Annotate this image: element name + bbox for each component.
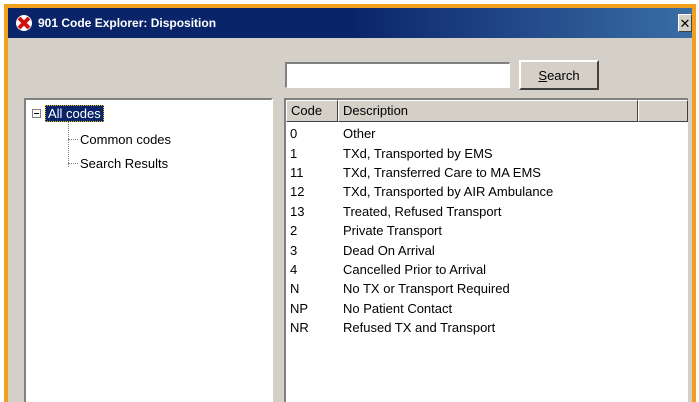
- tree-item-search-results[interactable]: Search Results: [68, 156, 168, 171]
- description-cell: Treated, Refused Transport: [343, 203, 502, 219]
- code-cell: 4: [290, 261, 298, 277]
- tree-item-label: Common codes: [80, 132, 172, 147]
- code-cell: NR: [290, 320, 309, 336]
- code-cell: 2: [290, 223, 298, 239]
- description-cell: Private Transport: [343, 223, 442, 239]
- description-cell: Dead On Arrival: [343, 242, 435, 258]
- description-cell: TXd, Transported by EMS: [343, 145, 493, 161]
- close-icon: ✕: [679, 15, 691, 31]
- description-cell: Cancelled Prior to Arrival: [343, 261, 487, 277]
- code-cell: N: [290, 281, 300, 297]
- tree-connector: [68, 163, 78, 164]
- search-input[interactable]: [285, 62, 510, 88]
- list-rows: 0 Other 1 TXd, Transported by EMS 11 TXd, T…: [286, 124, 688, 337]
- column-header-filler: [638, 100, 688, 122]
- list-row[interactable]: 2 Private Transport: [286, 221, 688, 240]
- window-title: 901 Code Explorer: Disposition: [38, 16, 217, 30]
- tree-item-label: All codes: [45, 105, 104, 122]
- code-tree[interactable]: All codes Common codes Search Results: [24, 98, 273, 402]
- search-button-mnemonic: S: [538, 67, 548, 83]
- close-button[interactable]: ✕: [678, 14, 692, 32]
- tree-item-label: Search Results: [80, 156, 169, 171]
- tree-item-all-codes[interactable]: All codes: [32, 105, 104, 122]
- description-cell: No TX or Transport Required: [343, 281, 510, 297]
- column-header-code[interactable]: Code: [286, 100, 338, 122]
- code-cell: 12: [290, 184, 305, 200]
- description-cell: No Patient Contact: [343, 300, 453, 316]
- code-cell: 3: [290, 242, 298, 258]
- app-icon: [14, 13, 34, 33]
- code-cell: 0: [290, 126, 298, 142]
- list-row[interactable]: 11 TXd, Transferred Care to MA EMS: [286, 163, 688, 182]
- title-bar[interactable]: 901 Code Explorer: Disposition ✕: [8, 8, 692, 38]
- list-row[interactable]: 3 Dead On Arrival: [286, 240, 688, 259]
- description-cell: Other: [343, 126, 376, 142]
- description-cell: TXd, Transferred Care to MA EMS: [343, 164, 541, 180]
- search-button-label: earch: [547, 67, 580, 83]
- description-cell: TXd, Transported by AIR Ambulance: [343, 184, 554, 200]
- list-row[interactable]: NR Refused TX and Transport: [286, 318, 688, 337]
- collapse-icon[interactable]: [32, 109, 41, 118]
- code-list[interactable]: Code Description 0 Other 1 TXd, Transporte…: [284, 98, 688, 402]
- list-header: Code Description: [286, 100, 688, 122]
- tree-connector: [68, 139, 78, 140]
- dialog-window: 901 Code Explorer: Disposition ✕ Search …: [4, 4, 696, 402]
- list-row[interactable]: 4 Cancelled Prior to Arrival: [286, 260, 688, 279]
- search-button[interactable]: Search: [519, 60, 599, 90]
- code-cell: 11: [290, 164, 304, 180]
- description-cell: Refused TX and Transport: [343, 320, 496, 336]
- code-cell: 1: [290, 145, 298, 161]
- list-row[interactable]: 13 Treated, Refused Transport: [286, 202, 688, 221]
- code-cell: 13: [290, 203, 305, 219]
- list-row[interactable]: 12 TXd, Transported by AIR Ambulance: [286, 182, 688, 201]
- list-row[interactable]: 1 TXd, Transported by EMS: [286, 143, 688, 162]
- column-header-description[interactable]: Description: [338, 100, 638, 122]
- tree-item-common-codes[interactable]: Common codes: [68, 132, 171, 147]
- list-row[interactable]: 0 Other: [286, 124, 688, 143]
- list-row[interactable]: NP No Patient Contact: [286, 299, 688, 318]
- code-cell: NP: [290, 300, 309, 316]
- list-row[interactable]: N No TX or Transport Required: [286, 279, 688, 298]
